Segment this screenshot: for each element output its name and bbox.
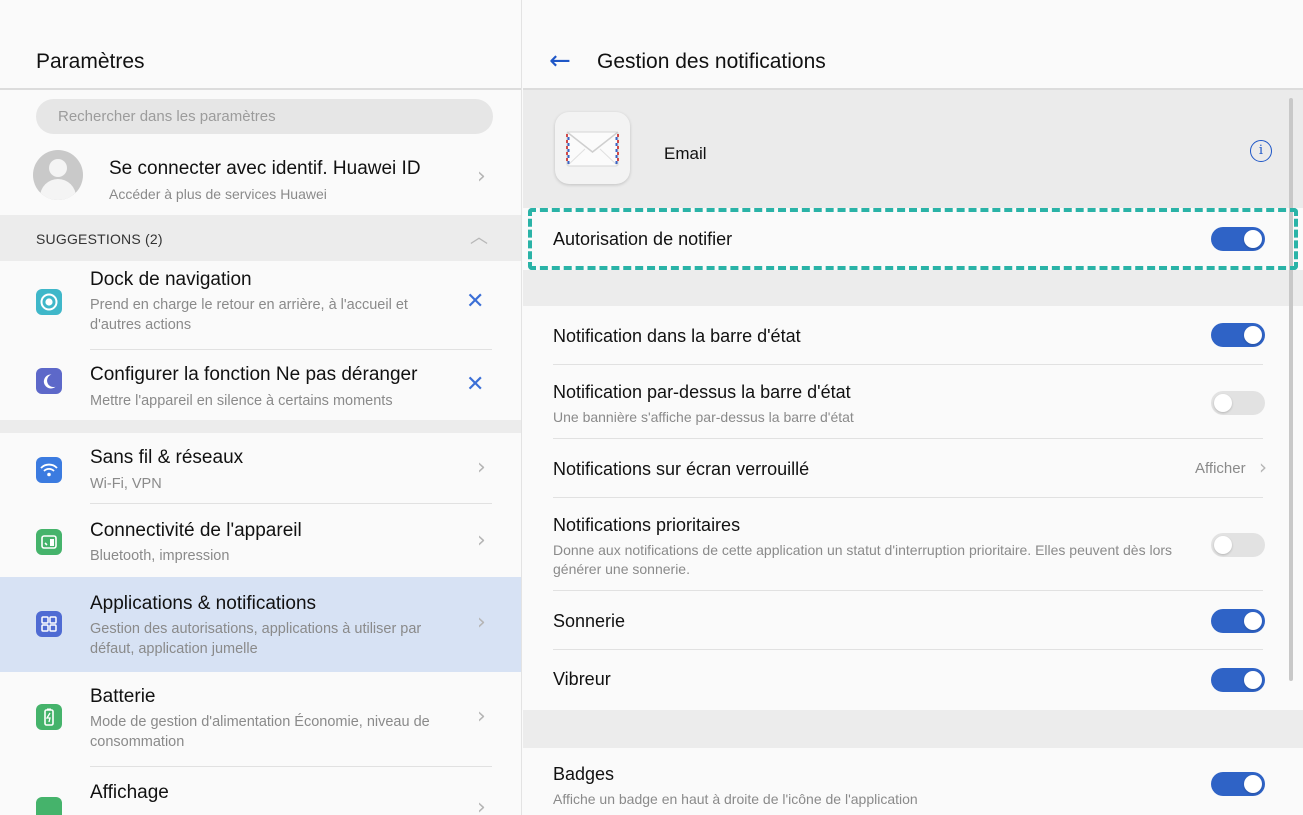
item-title: Connectivité de l'appareil xyxy=(90,520,302,541)
chevron-up-icon[interactable]: ︿ xyxy=(470,223,488,249)
chevron-right-icon: › xyxy=(477,795,486,815)
item-title: Applications & notifications xyxy=(90,593,317,614)
dismiss-icon[interactable]: ✕ xyxy=(466,372,484,397)
suggestion-do-not-disturb[interactable]: Configurer la fonction Ne pas déranger M… xyxy=(0,350,521,420)
item-subtitle: Gestion des autorisations, applications … xyxy=(90,621,422,657)
section-gap xyxy=(523,270,1303,306)
back-arrow-icon[interactable]: ← xyxy=(549,46,571,76)
row-label: Notification dans la barre d'état xyxy=(553,326,801,346)
email-app-icon xyxy=(555,112,630,184)
section-gap xyxy=(523,710,1303,748)
divider xyxy=(0,88,521,90)
badges-toggle[interactable] xyxy=(1211,772,1265,796)
battery-icon xyxy=(36,704,62,730)
notification-management-pane: ← Gestion des notifications Email i Auto… xyxy=(523,0,1303,815)
lock-screen-notification-row[interactable]: Notifications sur écran verrouillé Affic… xyxy=(523,439,1303,497)
row-label: Vibreur xyxy=(553,669,611,689)
priority-notification-row[interactable]: Notifications prioritaires Donne aux not… xyxy=(523,498,1303,590)
item-subtitle: Mode de gestion d'alimentation Économie,… xyxy=(90,714,430,750)
row-label: Notifications sur écran verrouillé xyxy=(553,459,810,479)
row-description: Donne aux notifications de cette applica… xyxy=(553,542,1173,577)
suggestion-subtitle: Mettre l'appareil en silence à certains … xyxy=(90,393,393,409)
allow-notifications-toggle[interactable] xyxy=(1211,227,1265,251)
chevron-right-icon: › xyxy=(1259,455,1267,479)
search-input[interactable]: Rechercher dans les paramètres xyxy=(36,99,493,134)
settings-title: Paramètres xyxy=(36,50,145,73)
settings-item-display[interactable]: Affichage › xyxy=(0,767,521,815)
suggestions-header[interactable]: SUGGESTIONS (2) ︿ xyxy=(0,215,521,261)
suggestion-title: Dock de navigation xyxy=(90,269,252,290)
suggestion-subtitle: Prend en charge le retour en arrière, à … xyxy=(90,297,408,333)
account-subtitle: Accéder à plus de services Huawei xyxy=(109,186,327,202)
settings-item-battery[interactable]: Batterie Mode de gestion d'alimentation … xyxy=(0,672,521,767)
suggestion-navigation-dock[interactable]: Dock de navigation Prend en charge le re… xyxy=(0,261,521,349)
chevron-right-icon: › xyxy=(477,610,486,635)
apps-grid-icon xyxy=(36,611,62,637)
row-description: Affiche un badge en haut à droite de l'i… xyxy=(553,791,918,807)
row-label: Notification par-dessus la barre d'état xyxy=(553,382,851,402)
vibration-toggle[interactable] xyxy=(1211,668,1265,692)
row-label: Autorisation de notifier xyxy=(553,229,733,249)
item-title: Affichage xyxy=(90,782,169,803)
chevron-right-icon: › xyxy=(477,455,486,480)
row-label: Badges xyxy=(553,764,615,784)
badges-row[interactable]: Badges Affiche un badge en haut à droite… xyxy=(523,748,1303,815)
avatar-icon xyxy=(33,150,83,200)
settings-screen: Paramètres Rechercher dans les paramètre… xyxy=(0,0,1303,815)
item-subtitle: Bluetooth, impression xyxy=(90,548,230,564)
wifi-icon xyxy=(36,457,62,483)
settings-pane: Paramètres Rechercher dans les paramètre… xyxy=(0,0,522,815)
item-title: Batterie xyxy=(90,686,156,707)
ringtone-toggle[interactable] xyxy=(1211,609,1265,633)
settings-item-connectivity[interactable]: Connectivité de l'appareil Bluetooth, im… xyxy=(0,504,521,576)
app-header: Email i xyxy=(523,90,1303,208)
moon-icon xyxy=(36,368,62,394)
row-label: Notifications prioritaires xyxy=(553,515,741,535)
huawei-account-row[interactable]: Se connecter avec identif. Huawei ID Acc… xyxy=(0,138,521,215)
banner-notification-row[interactable]: Notification par-dessus la barre d'état … xyxy=(523,365,1303,438)
display-icon xyxy=(36,797,62,815)
vibration-row[interactable]: Vibreur xyxy=(523,650,1303,710)
row-label: Sonnerie xyxy=(553,611,626,631)
app-name: Email xyxy=(664,144,707,163)
section-gap xyxy=(0,420,521,433)
item-subtitle: Wi-Fi, VPN xyxy=(90,476,162,492)
suggestions-label: SUGGESTIONS (2) xyxy=(36,231,163,247)
info-icon[interactable]: i xyxy=(1250,140,1272,162)
navigation-dock-icon xyxy=(36,289,62,315)
lock-screen-value: Afficher xyxy=(1195,460,1246,477)
dismiss-icon[interactable]: ✕ xyxy=(466,289,484,314)
status-bar-toggle[interactable] xyxy=(1211,323,1265,347)
settings-item-applications[interactable]: Applications & notifications Gestion des… xyxy=(0,577,521,672)
allow-notifications-row[interactable]: Autorisation de notifier xyxy=(523,208,1303,270)
chevron-right-icon: › xyxy=(477,528,486,553)
banner-toggle[interactable] xyxy=(1211,391,1265,415)
row-description: Une bannière s'affiche par-dessus la bar… xyxy=(553,409,854,425)
status-bar-notification-row[interactable]: Notification dans la barre d'état xyxy=(523,306,1303,364)
chevron-right-icon: › xyxy=(477,164,486,189)
scrollbar[interactable] xyxy=(1289,98,1293,681)
chevron-right-icon: › xyxy=(477,704,486,729)
ringtone-row[interactable]: Sonnerie xyxy=(523,591,1303,649)
settings-item-wireless[interactable]: Sans fil & réseaux Wi-Fi, VPN › xyxy=(0,433,521,503)
priority-toggle[interactable] xyxy=(1211,533,1265,557)
account-title: Se connecter avec identif. Huawei ID xyxy=(109,158,421,179)
page-title: Gestion des notifications xyxy=(597,50,826,73)
item-title: Sans fil & réseaux xyxy=(90,447,244,468)
device-connectivity-icon xyxy=(36,529,62,555)
suggestion-title: Configurer la fonction Ne pas déranger xyxy=(90,364,418,385)
